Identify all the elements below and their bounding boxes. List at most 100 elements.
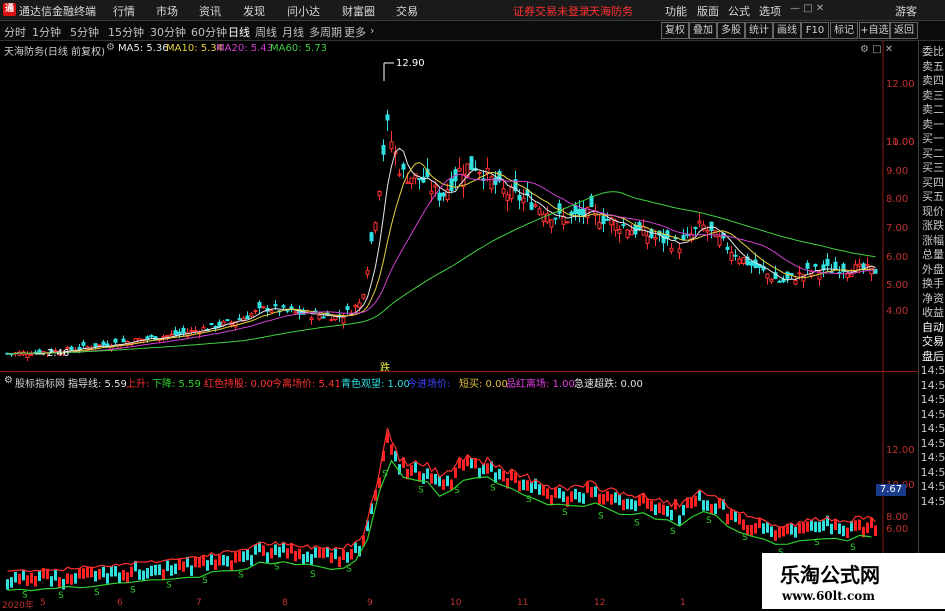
tool-multi-stock[interactable]: 多股 bbox=[717, 22, 745, 39]
side-label: 卖三 bbox=[922, 88, 944, 102]
candle-body bbox=[749, 261, 754, 266]
indicator-bar bbox=[830, 523, 833, 535]
tool-adjust[interactable]: 复权 bbox=[661, 22, 689, 39]
period-15min[interactable]: 15分钟 bbox=[108, 24, 144, 40]
more-arrow-icon[interactable]: › bbox=[370, 24, 374, 37]
candle-body bbox=[621, 224, 626, 227]
menu-function[interactable]: 功能 bbox=[665, 3, 687, 19]
candle-body bbox=[813, 264, 818, 267]
menu-trade[interactable]: 交易 bbox=[396, 3, 418, 19]
indicator-bar bbox=[110, 566, 113, 577]
menu-market[interactable]: 市场 bbox=[156, 3, 178, 19]
menu-news[interactable]: 资讯 bbox=[199, 3, 221, 19]
indicator-bar bbox=[226, 556, 229, 567]
candle-body bbox=[381, 145, 386, 155]
s-signal: S bbox=[58, 591, 64, 598]
period-multi[interactable]: 多周期 bbox=[309, 24, 342, 40]
tool-stats[interactable]: 统计 bbox=[745, 22, 773, 39]
candle-body bbox=[417, 177, 422, 181]
candle-body bbox=[537, 208, 542, 215]
candle-body bbox=[317, 314, 322, 320]
indicator-bar bbox=[314, 547, 317, 558]
tool-draw[interactable]: 画线 bbox=[773, 22, 801, 39]
tool-back[interactable]: 返回 bbox=[890, 22, 918, 39]
candle-body bbox=[625, 229, 630, 239]
period-monthly[interactable]: 月线 bbox=[282, 24, 304, 40]
menu-discover[interactable]: 发现 bbox=[243, 3, 265, 19]
candle-body bbox=[521, 197, 526, 204]
indicator-bar bbox=[434, 473, 437, 485]
indicator-bar bbox=[334, 548, 337, 560]
candle-body bbox=[533, 204, 538, 207]
menu-options[interactable]: 选项 bbox=[759, 3, 781, 19]
tool-f10[interactable]: F10 bbox=[801, 22, 829, 39]
s-signal: S bbox=[22, 591, 28, 598]
side-label: 14:5 bbox=[920, 465, 945, 479]
candle-body bbox=[321, 316, 326, 319]
period-30min[interactable]: 30分钟 bbox=[150, 24, 186, 40]
indicator-bar bbox=[630, 499, 633, 510]
period-60min[interactable]: 60分钟 bbox=[191, 24, 227, 40]
s-signal: S bbox=[634, 519, 640, 529]
candle-body bbox=[249, 313, 254, 317]
indicator-bar bbox=[542, 485, 545, 496]
indicator-bar bbox=[518, 480, 521, 492]
candle-body bbox=[269, 310, 274, 313]
indicator-bar bbox=[30, 572, 33, 584]
indicator-bar bbox=[790, 524, 793, 535]
indicator-bar bbox=[666, 505, 669, 517]
indicator-bar bbox=[610, 494, 613, 505]
tool-add-watchlist[interactable]: +自选 bbox=[859, 22, 890, 39]
indicator-bar bbox=[730, 509, 733, 521]
user-guest[interactable]: 游客 bbox=[895, 3, 917, 19]
tool-overlay[interactable]: 叠加 bbox=[689, 22, 717, 39]
menu-xiaoda[interactable]: 问小达 bbox=[287, 3, 320, 19]
side-label: 卖四 bbox=[922, 74, 944, 87]
app-title: 通达信金融终端 bbox=[19, 5, 96, 18]
side-label: 14:5 bbox=[920, 422, 945, 435]
menu-quotes[interactable]: 行情 bbox=[113, 3, 135, 19]
indicator-bar bbox=[170, 565, 173, 576]
candle-body bbox=[681, 234, 686, 241]
indicator-bar bbox=[98, 569, 101, 580]
indicator-bar bbox=[638, 495, 641, 506]
menu-layout[interactable]: 版面 bbox=[697, 3, 719, 19]
indicator-bar bbox=[806, 521, 809, 532]
main-chart-panel[interactable]: 天海防务(日线 前复权) ⚙ MA5: 5.36 MA10: 5.34 MA20… bbox=[0, 41, 918, 374]
period-more[interactable]: 更多 bbox=[344, 24, 366, 40]
candle-body bbox=[377, 190, 382, 197]
indicator-bar bbox=[90, 566, 93, 578]
candle-body bbox=[857, 263, 862, 267]
period-intraday[interactable]: 分时 bbox=[4, 24, 26, 40]
window-controls-icon[interactable]: — □ ✕ bbox=[790, 3, 824, 14]
candle-body bbox=[385, 114, 390, 121]
side-label: 14:5 bbox=[920, 393, 945, 406]
candle-body bbox=[645, 235, 650, 244]
menu-wealth[interactable]: 财富圈 bbox=[342, 3, 375, 19]
indicator-bar bbox=[522, 479, 525, 491]
indicator-bar bbox=[582, 493, 585, 504]
indicator-bar bbox=[594, 486, 597, 497]
indicator-bar bbox=[342, 549, 345, 560]
date-tick: 10 bbox=[450, 598, 462, 608]
tool-mark[interactable]: 标记 bbox=[830, 22, 858, 39]
indicator-bar bbox=[298, 548, 301, 560]
indicator-bar bbox=[866, 522, 869, 533]
indicator-bar bbox=[154, 564, 157, 576]
period-5min[interactable]: 5分钟 bbox=[70, 24, 99, 40]
indicator-bar bbox=[202, 555, 205, 567]
indicator-bar bbox=[302, 554, 305, 565]
candle-body bbox=[709, 221, 714, 231]
side-label: 收益 bbox=[922, 306, 944, 319]
menu-formula[interactable]: 公式 bbox=[728, 3, 750, 19]
login-notice[interactable]: 证券交易未登录 bbox=[513, 3, 590, 19]
period-daily[interactable]: 日线 bbox=[228, 24, 250, 40]
indicator-bar bbox=[86, 567, 89, 578]
candle-body bbox=[257, 302, 262, 309]
period-weekly[interactable]: 周线 bbox=[255, 24, 277, 40]
candle-body bbox=[293, 311, 298, 314]
period-1min[interactable]: 1分钟 bbox=[32, 24, 61, 40]
candle-body bbox=[365, 270, 370, 275]
watermark-banner: 乐淘公式网 www.60lt.com bbox=[762, 553, 945, 609]
candle-body bbox=[81, 342, 86, 346]
